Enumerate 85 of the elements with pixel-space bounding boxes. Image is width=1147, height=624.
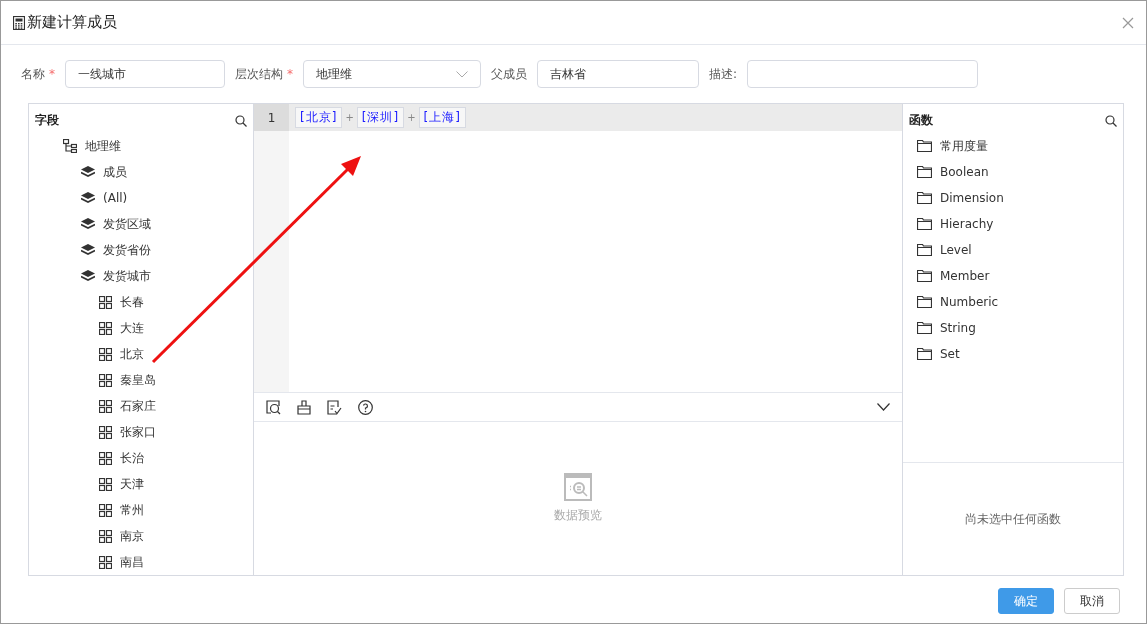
function-category[interactable]: Set xyxy=(940,347,960,361)
cancel-button[interactable]: 取消 xyxy=(1064,588,1120,614)
member-token: [北京] xyxy=(295,107,343,128)
tree-item[interactable]: 发货区域 xyxy=(103,215,151,233)
folder-icon xyxy=(917,218,932,230)
layers-icon xyxy=(81,166,95,178)
chevron-down-icon[interactable] xyxy=(877,403,890,411)
field-label: 层次结构 xyxy=(235,65,283,83)
close-icon[interactable] xyxy=(1122,16,1134,29)
grid-icon xyxy=(99,555,112,569)
member-token: [上海] xyxy=(418,107,466,128)
preview-label: 数据预览 xyxy=(554,507,602,524)
calculator-icon xyxy=(13,15,25,30)
preview-icon[interactable] xyxy=(266,399,281,415)
folder-icon xyxy=(917,166,932,178)
layers-icon xyxy=(81,192,95,204)
tree-item[interactable]: 常州 xyxy=(120,501,144,519)
field-label: 描述: xyxy=(709,65,738,83)
chevron-down-icon xyxy=(456,70,468,78)
search-icon[interactable] xyxy=(1105,114,1117,127)
folder-icon xyxy=(917,140,932,152)
tree-item[interactable]: 天津 xyxy=(120,475,144,493)
folder-icon xyxy=(917,244,932,256)
tree-item[interactable]: 发货城市 xyxy=(103,267,151,285)
grid-icon xyxy=(99,321,112,335)
panel-title: 字段 xyxy=(35,112,59,129)
tree-item[interactable]: 南昌 xyxy=(120,553,144,571)
tree-item[interactable]: 成员 xyxy=(103,163,127,181)
function-category[interactable]: Dimension xyxy=(940,191,1004,205)
grid-icon xyxy=(99,347,112,361)
field-label: 名称 xyxy=(21,65,45,83)
required-mark: * xyxy=(287,67,293,81)
required-mark: * xyxy=(49,67,55,81)
function-category[interactable]: String xyxy=(940,321,976,335)
tree-item[interactable]: 发货省份 xyxy=(103,241,151,259)
tree-item[interactable]: 长春 xyxy=(120,293,144,311)
folder-icon xyxy=(917,192,932,204)
tree-item[interactable]: 长治 xyxy=(120,449,144,467)
layers-icon xyxy=(81,270,95,282)
grid-icon xyxy=(99,399,112,413)
dialog-title: 新建计算成员 xyxy=(27,13,117,32)
folder-icon xyxy=(917,322,932,334)
grid-icon xyxy=(99,425,112,439)
line-number: 1 xyxy=(254,104,289,131)
tree-item[interactable]: 张家口 xyxy=(120,423,156,441)
grid-icon xyxy=(99,451,112,465)
select-field[interactable]: 地理维 xyxy=(303,60,481,88)
input-field[interactable]: 吉林省 xyxy=(537,60,699,88)
function-category[interactable]: Level xyxy=(940,243,972,257)
folder-icon xyxy=(917,296,932,308)
folder-icon xyxy=(917,348,932,360)
tree-item[interactable]: 地理维 xyxy=(85,137,121,155)
function-category[interactable]: Boolean xyxy=(940,165,989,179)
tree-item[interactable]: 北京 xyxy=(120,345,144,363)
input-field[interactable] xyxy=(747,60,979,88)
operator: + xyxy=(407,112,416,123)
input-field[interactable]: 一线城市 xyxy=(65,60,225,88)
function-category[interactable]: Hierachy xyxy=(940,217,994,231)
check-document-icon[interactable] xyxy=(327,399,342,415)
grid-icon xyxy=(99,295,112,309)
tree-item[interactable]: 石家庄 xyxy=(120,397,156,415)
folder-icon xyxy=(917,270,932,282)
tree-item[interactable]: 大连 xyxy=(120,319,144,337)
help-icon[interactable] xyxy=(358,399,373,415)
field-label: 父成员 xyxy=(491,65,527,83)
grid-icon xyxy=(99,503,112,517)
tree-item[interactable]: (All) xyxy=(103,191,128,205)
layers-icon xyxy=(81,218,95,230)
panel-title: 函数 xyxy=(909,112,933,129)
function-category[interactable]: 常用度量 xyxy=(940,137,988,155)
tree-item[interactable]: 南京 xyxy=(120,527,144,545)
grid-icon xyxy=(99,373,112,387)
operator: + xyxy=(345,112,354,123)
function-category[interactable]: Member xyxy=(940,269,990,283)
grid-icon xyxy=(99,477,112,491)
formula-editor[interactable]: 1 [北京] + [深圳] + [上海] 数据预览 xyxy=(254,103,902,576)
empty-message: 尚未选中任何函数 xyxy=(965,510,1061,528)
layers-icon xyxy=(81,244,95,256)
hierarchy-icon xyxy=(63,139,77,153)
tree-item[interactable]: 秦皇岛 xyxy=(120,371,156,389)
preview-icon xyxy=(564,473,592,501)
function-category[interactable]: Numberic xyxy=(940,295,999,309)
member-token: [深圳] xyxy=(356,107,405,128)
grid-icon xyxy=(99,529,112,543)
search-icon[interactable] xyxy=(235,114,247,127)
